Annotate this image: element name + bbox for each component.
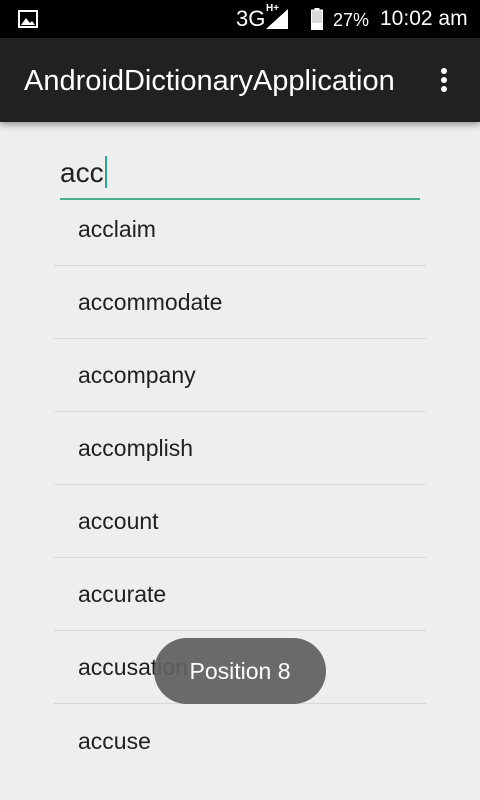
suggestion-item[interactable]: accurate bbox=[54, 558, 426, 631]
suggestion-label: accuse bbox=[78, 727, 151, 754]
suggestion-label: account bbox=[78, 508, 159, 534]
suggestion-label: acclaim bbox=[78, 216, 156, 243]
status-bar: 3G H+ 27% 10:02 am bbox=[0, 0, 480, 38]
suggestion-label: accompany bbox=[78, 362, 196, 388]
app-bar: AndroidDictionaryApplication bbox=[0, 38, 480, 122]
signal-icon bbox=[266, 9, 288, 29]
suggestion-item[interactable]: account bbox=[54, 485, 426, 558]
text-cursor bbox=[104, 156, 107, 188]
suggestion-label: accommodate bbox=[78, 289, 223, 315]
suggestion-label: accomplish bbox=[78, 435, 194, 461]
suggestion-item[interactable]: accuse bbox=[54, 704, 426, 777]
search-input[interactable]: acc bbox=[60, 148, 420, 200]
battery-percent: 27% bbox=[333, 10, 370, 30]
battery-icon bbox=[311, 8, 323, 30]
suggestion-item[interactable]: accomplish bbox=[54, 412, 426, 485]
gallery-icon bbox=[18, 10, 38, 28]
toast-message: Position 8 bbox=[154, 638, 326, 704]
suggestion-item[interactable]: acclaim bbox=[54, 201, 426, 266]
suggestion-label: accurate bbox=[78, 581, 167, 607]
search-value: acc bbox=[60, 157, 104, 188]
overflow-menu-icon[interactable] bbox=[424, 60, 464, 100]
clock: 10:02 am bbox=[380, 7, 468, 30]
app-title: AndroidDictionaryApplication bbox=[24, 65, 395, 97]
network-type: 3G bbox=[236, 6, 266, 31]
search-underline bbox=[60, 198, 420, 200]
suggestion-item[interactable]: accompany bbox=[54, 339, 426, 412]
suggestion-item[interactable]: accommodate bbox=[54, 266, 426, 339]
